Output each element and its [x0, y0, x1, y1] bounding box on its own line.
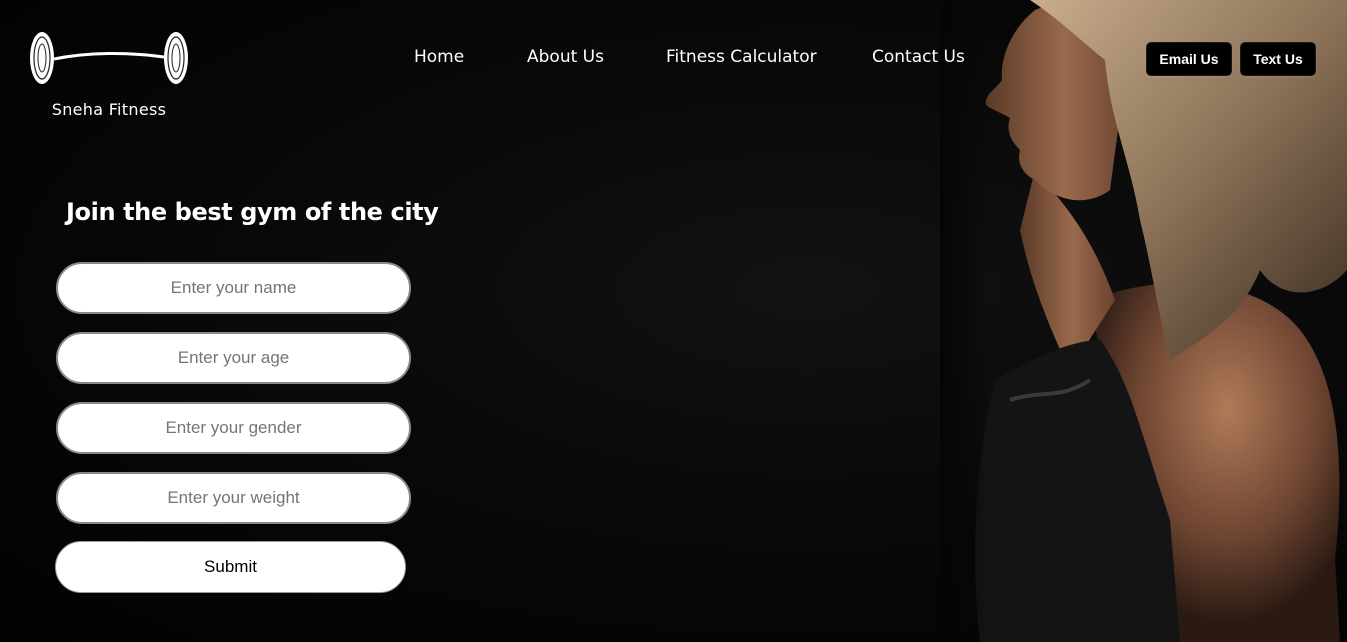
hero-athlete-image	[940, 0, 1347, 642]
nav-contact-us[interactable]: Contact Us	[872, 47, 965, 67]
barbell-icon	[30, 32, 188, 84]
form-title: Join the best gym of the city	[66, 198, 439, 226]
nav-fitness-calculator[interactable]: Fitness Calculator	[666, 47, 817, 67]
page: Sneha Fitness Home About Us Fitness Calc…	[0, 0, 1347, 642]
weight-input[interactable]	[56, 472, 411, 524]
nav-home[interactable]: Home	[414, 47, 464, 67]
brand-name: Sneha Fitness	[51, 100, 167, 119]
email-us-button[interactable]: Email Us	[1146, 42, 1232, 76]
brand-logo[interactable]: Sneha Fitness	[24, 28, 194, 128]
text-us-button[interactable]: Text Us	[1240, 42, 1316, 76]
submit-button[interactable]: Submit	[55, 541, 406, 593]
age-input[interactable]	[56, 332, 411, 384]
name-input[interactable]	[56, 262, 411, 314]
nav-about-us[interactable]: About Us	[527, 47, 604, 67]
gender-input[interactable]	[56, 402, 411, 454]
